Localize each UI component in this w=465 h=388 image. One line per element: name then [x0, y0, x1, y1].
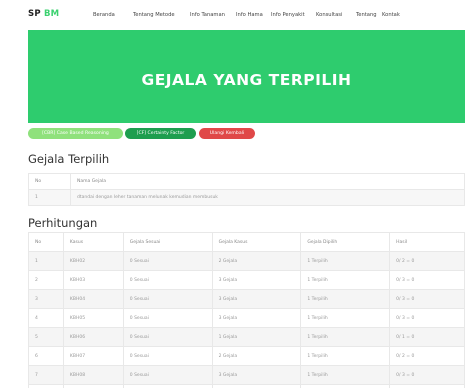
perhitungan-table: No Kasus Gejala Sesuai Gejala Kasus Geja…: [28, 232, 465, 388]
table-cell-gejala-kasus: 3 Gejala: [211, 289, 302, 309]
table-cell-hasil: 0/ 3 = 0: [389, 384, 465, 388]
table-cell-no: 1: [28, 251, 64, 271]
table-cell-gejala-kasus: 2 Gejala: [211, 251, 302, 271]
table-cell-gejala-kasus: 1 Gejala: [211, 327, 302, 347]
column-header-gejala-sesuai: Gejala Sesuai: [122, 232, 213, 252]
table-cell-no: 4: [28, 308, 64, 328]
table-cell-hasil: 0/ 1 = 0: [389, 327, 465, 347]
table-cell-gejala-dipilih: 1 Terpilih: [300, 346, 391, 366]
table-cell-kasus: KBH08: [62, 365, 124, 385]
table-cell-kasus: KBH09: [62, 384, 124, 388]
column-header-kasus: Kasus: [62, 232, 124, 252]
table-row: 2 KBH03 0 Sesuai 3 Gejala 1 Terpilih 0/ 3 = 0: [28, 270, 465, 290]
table-cell-gejala-kasus: 3 Gejala: [211, 270, 302, 290]
table-cell-no: 3: [28, 289, 64, 309]
table-cell-hasil: 0/ 2 = 0: [389, 251, 465, 271]
table-cell-gejala-dipilih: 1 Terpilih: [300, 327, 391, 347]
table-cell-kasus: KBH07: [62, 346, 124, 366]
nav-item-tentang-metode[interactable]: Tentang Metode: [133, 12, 175, 18]
table-cell-no: 5: [28, 327, 64, 347]
table-header-row: No Kasus Gejala Sesuai Gejala Kasus Geja…: [28, 232, 465, 252]
table-cell-gejala-dipilih: 1 Terpilih: [300, 308, 391, 328]
column-header-gejala-dipilih: Gejala Dipilih: [300, 232, 391, 252]
nav-item-beranda[interactable]: Beranda: [93, 12, 115, 18]
table-cell-gejala-kasus: 2 Gejala: [211, 346, 302, 366]
table-cell-hasil: 0/ 3 = 0: [389, 365, 465, 385]
brand-part1: SP: [28, 9, 41, 19]
nav-item-kontak[interactable]: Kontak: [382, 12, 400, 18]
table-cell-hasil: 0/ 3 = 0: [389, 308, 465, 328]
reset-button[interactable]: Ulangi Kembali: [199, 128, 255, 139]
brand-logo[interactable]: SP BM: [28, 9, 59, 19]
table-row: 6 KBH07 0 Sesuai 2 Gejala 1 Terpilih 0/ 2 = 0: [28, 346, 465, 366]
column-header-hasil: Hasil: [389, 232, 465, 252]
brand-part2: BM: [43, 9, 60, 19]
table-cell-hasil: 0/ 3 = 0: [389, 270, 465, 290]
table-cell-kasus: KBH03: [62, 270, 124, 290]
table-cell-gejala-sesuai: 0 Sesuai: [122, 289, 213, 309]
table-row: 3 KBH04 0 Sesuai 3 Gejala 1 Terpilih 0/ 3 = 0: [28, 289, 465, 309]
table-cell-gejala-sesuai: 0 Sesuai: [122, 384, 213, 388]
banner-title: GEJALA YANG TERPILIH: [141, 71, 352, 89]
table-cell-nama-gejala: dtandai dengan leher tanaman melunak kem…: [70, 189, 465, 206]
table-cell-no: 7: [28, 365, 64, 385]
table-cell-gejala-sesuai: 0 Sesuai: [122, 365, 213, 385]
table-cell-gejala-sesuai: 0 Sesuai: [122, 270, 213, 290]
table-cell-kasus: KBH05: [62, 308, 124, 328]
table-cell-gejala-kasus: 3 Gejala: [211, 365, 302, 385]
table-cell-gejala-dipilih: 1 Terpilih: [300, 270, 391, 290]
table-cell-gejala-dipilih: 1 Terpilih: [300, 289, 391, 309]
table-row: 4 KBH05 0 Sesuai 3 Gejala 1 Terpilih 0/ 3 = 0: [28, 308, 465, 328]
perhitungan-title: Perhitungan: [28, 216, 98, 230]
column-header-nama-gejala: Nama Gejala: [70, 173, 465, 190]
column-header-no: No: [28, 173, 71, 190]
nav-item-tentang[interactable]: Tentang: [356, 12, 377, 18]
table-cell-hasil: 0/ 2 = 0: [389, 346, 465, 366]
table-cell-gejala-sesuai: 0 Sesuai: [122, 327, 213, 347]
table-row: 1 dtandai dengan leher tanaman melunak k…: [28, 189, 465, 206]
table-cell-gejala-dipilih: 1 Terpilih: [300, 384, 391, 388]
gejala-terpilih-title: Gejala Terpilih: [28, 152, 110, 166]
column-header-no: No: [28, 232, 64, 252]
nav-item-info-penyakit[interactable]: Info Penyakit: [271, 12, 305, 18]
table-cell-no: 1: [28, 189, 71, 206]
table-cell-no: 2: [28, 270, 64, 290]
table-cell-kasus: KBH02: [62, 251, 124, 271]
table-cell-gejala-dipilih: 1 Terpilih: [300, 251, 391, 271]
table-cell-no: 8: [28, 384, 64, 388]
nav-item-info-tanaman[interactable]: Info Tanaman: [190, 12, 225, 18]
table-row: 7 KBH08 0 Sesuai 3 Gejala 1 Terpilih 0/ 3 = 0: [28, 365, 465, 385]
table-cell-gejala-kasus: 3 Gejala: [211, 308, 302, 328]
table-cell-kasus: KBH04: [62, 289, 124, 309]
gejala-terpilih-table: No Nama Gejala 1 dtandai dengan leher ta…: [28, 173, 465, 206]
hero-banner: GEJALA YANG TERPILIH: [28, 30, 465, 123]
table-row: 8KBH090 Sesuai3 Gejala1 Terpilih0/ 3 = 0: [28, 384, 465, 388]
table-cell-gejala-sesuai: 0 Sesuai: [122, 251, 213, 271]
table-header-row: No Nama Gejala: [28, 173, 465, 190]
table-cell-gejala-sesuai: 0 Sesuai: [122, 346, 213, 366]
table-cell-gejala-sesuai: 0 Sesuai: [122, 308, 213, 328]
navbar: SP BM Beranda Tentang Metode Info Tanama…: [0, 0, 465, 30]
table-cell-gejala-kasus: 3 Gejala: [211, 384, 302, 388]
table-cell-hasil: 0/ 3 = 0: [389, 289, 465, 309]
column-header-gejala-kasus: Gejala Kasus: [211, 232, 302, 252]
cf-button[interactable]: [CF] Certainty Factor: [125, 128, 196, 139]
table-row: 5 KBH06 0 Sesuai 1 Gejala 1 Terpilih 0/ 1 = 0: [28, 327, 465, 347]
table-row: 1 KBH02 0 Sesuai 2 Gejala 1 Terpilih 0/ 2 = 0: [28, 251, 465, 271]
cbr-button[interactable]: [CBR] Case Based Reasoning: [28, 128, 123, 139]
table-cell-no: 6: [28, 346, 64, 366]
nav-item-info-hama[interactable]: Info Hama: [236, 12, 263, 18]
table-cell-kasus: KBH06: [62, 327, 124, 347]
table-cell-gejala-dipilih: 1 Terpilih: [300, 365, 391, 385]
nav-item-konsultasi[interactable]: Konsultasi: [316, 12, 342, 18]
